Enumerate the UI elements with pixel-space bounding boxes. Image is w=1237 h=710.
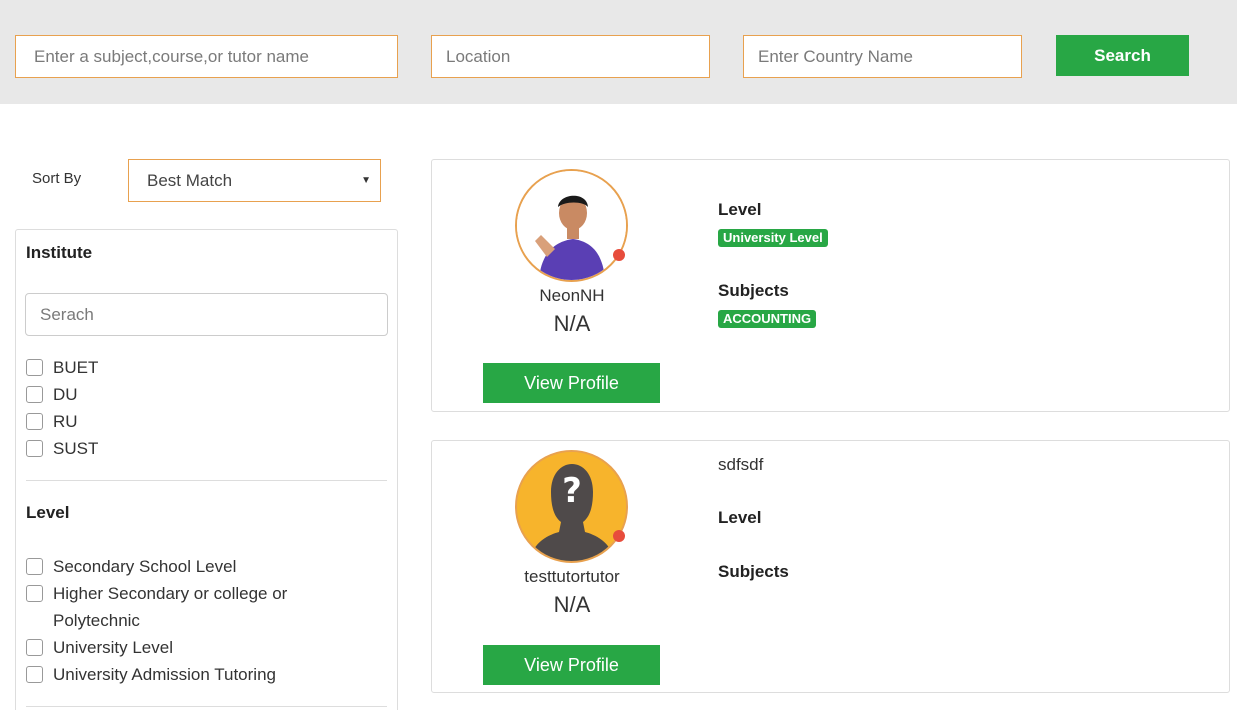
sort-select[interactable]: Best Match ▼ [128,159,381,202]
checkbox[interactable] [26,666,43,683]
filter-panel: Institute BUET DU RU SUST Level Secondar… [15,229,398,710]
institute-option[interactable]: BUET [26,354,386,381]
institute-options: BUET DU RU SUST [26,354,386,462]
subject-search-input[interactable] [15,35,398,78]
level-title: Level [26,503,70,522]
level-heading: Level [718,508,762,527]
sort-label: Sort By [32,170,82,187]
view-profile-button[interactable]: View Profile [483,645,660,685]
view-profile-button[interactable]: View Profile [483,363,660,403]
subjects-heading: Subjects [718,562,789,581]
subject-badge: ACCOUNTING [718,310,817,328]
institute-option[interactable]: DU [26,381,386,408]
checkbox[interactable] [26,585,43,602]
person-placeholder-icon: ? [517,452,626,561]
tutor-photo-icon [517,171,626,280]
level-option[interactable]: Higher Secondary or college or Polytechn… [26,580,316,634]
location-input[interactable] [431,35,710,78]
tutor-headline: sdfsdf [718,455,764,474]
tutor-name: testtutortutor [524,567,620,586]
option-label: Secondary School Level [53,557,237,576]
tutor-card: ? testtutortutor N/A View Profile sdfsdf… [431,440,1230,693]
option-label: BUET [53,358,99,377]
option-label: RU [53,412,78,431]
tutor-name: NeonNH [539,286,605,305]
divider [26,480,387,481]
tutor-card: NeonNH N/A View Profile Level University… [431,159,1230,412]
tutor-rating: N/A [553,592,591,617]
level-option[interactable]: University Level [26,634,316,661]
institute-option[interactable]: RU [26,408,386,435]
level-options: Secondary School Level Higher Secondary … [26,553,316,688]
institute-option[interactable]: SUST [26,435,386,462]
option-label: University Admission Tutoring [53,665,276,684]
avatar[interactable] [515,169,628,282]
divider [26,706,387,707]
option-label: SUST [53,439,99,458]
checkbox[interactable] [26,558,43,575]
svg-text:?: ? [562,471,582,511]
institute-title: Institute [26,243,93,262]
level-heading: Level [718,200,762,219]
caret-down-icon: ▼ [361,175,371,186]
level-badge: University Level [718,229,828,247]
online-status-dot [613,530,625,542]
online-status-dot [613,249,625,261]
sort-selected-value: Best Match [147,170,233,190]
option-label: Higher Secondary or college or Polytechn… [53,584,288,630]
level-option[interactable]: University Admission Tutoring [26,661,316,688]
checkbox[interactable] [26,413,43,430]
institute-search-input[interactable] [25,293,388,336]
checkbox[interactable] [26,440,43,457]
tutor-rating: N/A [553,311,591,336]
checkbox[interactable] [26,359,43,376]
checkbox[interactable] [26,386,43,403]
country-input[interactable] [743,35,1022,78]
search-button[interactable]: Search [1056,35,1189,76]
option-label: DU [53,385,78,404]
checkbox[interactable] [26,639,43,656]
avatar[interactable]: ? [515,450,628,563]
option-label: University Level [53,638,173,657]
subjects-heading: Subjects [718,281,789,300]
level-option[interactable]: Secondary School Level [26,553,316,580]
search-bar: Search [0,0,1237,104]
